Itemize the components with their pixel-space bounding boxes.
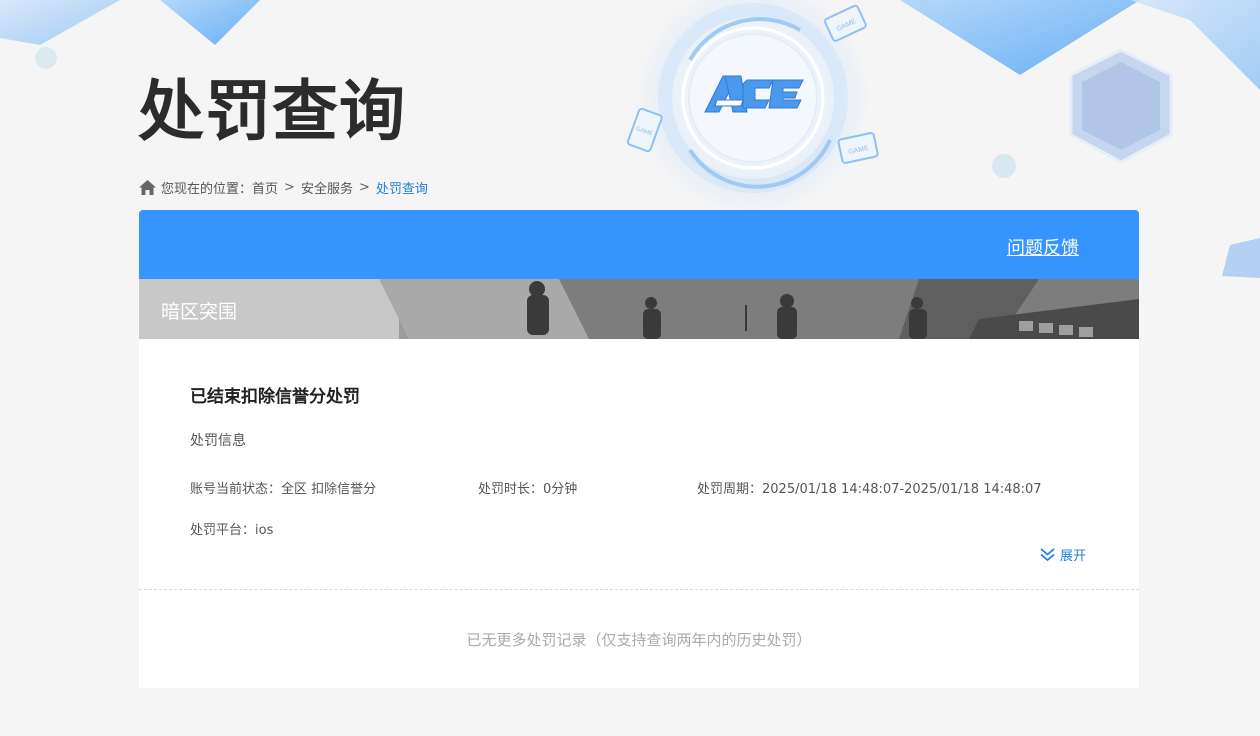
breadcrumb-separator: > (284, 179, 295, 195)
game-name: 暗区突围 (161, 301, 238, 323)
double-chevron-down-icon (1040, 548, 1055, 562)
page-title: 处罚查询 (138, 73, 406, 150)
svg-text:GAME: GAME (848, 145, 870, 156)
svg-text:GAME: GAME (635, 126, 654, 138)
penalty-card: 问题反馈 暗区突围 已结束扣除信誉分处罚 处罚信息 账号当前状态：全区 扣除信誉… (139, 210, 1139, 688)
breadcrumb-prefix: 您现在的位置： (161, 181, 253, 197)
ace-logo (704, 75, 804, 113)
record-title: 已结束扣除信誉分处罚 (190, 387, 360, 407)
breadcrumb-current: 处罚查询 (375, 181, 428, 197)
banner-artwork (139, 279, 1139, 339)
expand-button[interactable]: 展开 (1039, 545, 1086, 564)
svg-text:GAME: GAME (836, 18, 858, 33)
expand-label: 展开 (1060, 549, 1087, 564)
breadcrumb-security-service[interactable]: 安全服务 (301, 178, 353, 197)
breadcrumb-home[interactable]: 首页 (252, 178, 278, 197)
account-status: 账号当前状态：全区 扣除信誉分 (190, 482, 377, 497)
penalty-record: 已结束扣除信誉分处罚 处罚信息 账号当前状态：全区 扣除信誉分 处罚时长：0分钟… (139, 339, 1139, 590)
game-banner: 暗区突围 (139, 279, 1139, 339)
breadcrumb-separator: > (358, 179, 370, 195)
penalty-info-label: 处罚信息 (190, 433, 246, 449)
breadcrumb: 您现在的位置： 首页 > 安全服务 > 处罚查询 (139, 178, 428, 197)
penalty-platform: 处罚平台：ios (190, 523, 274, 538)
penalty-duration: 处罚时长：0分钟 (478, 482, 578, 497)
home-icon (139, 179, 156, 195)
card-header: 问题反馈 (139, 210, 1139, 279)
penalty-period: 处罚周期：2025/01/18 14:48:07-2025/01/18 14:4… (697, 482, 1042, 497)
feedback-link[interactable]: 问题反馈 (1007, 234, 1079, 260)
no-more-records-note: 已无更多处罚记录（仅支持查询两年内的历史处罚） (466, 631, 812, 649)
